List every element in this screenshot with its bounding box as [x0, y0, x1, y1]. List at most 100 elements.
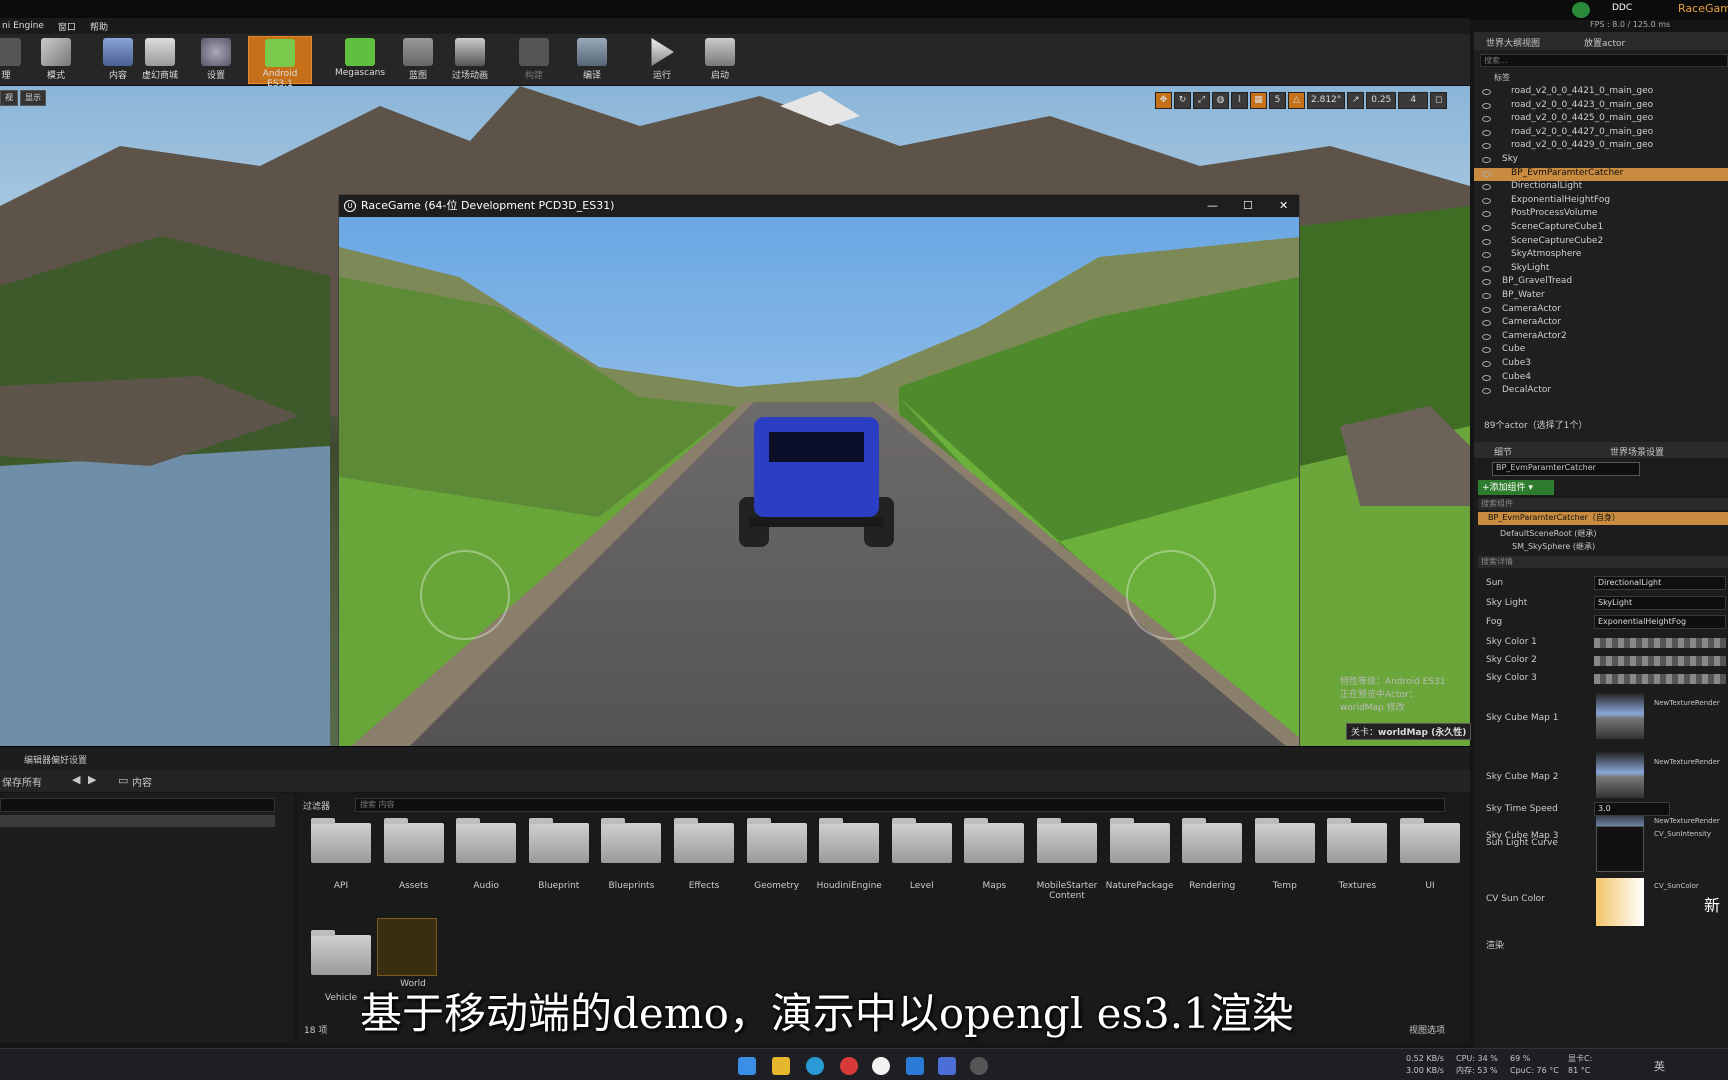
cubemap-thumbnail[interactable]	[1596, 692, 1644, 739]
sun-color-thumbnail[interactable]	[1596, 878, 1644, 926]
outliner-row[interactable]: SkyAtmosphere	[1474, 249, 1728, 262]
outliner-tab[interactable]: 世界大纲视图	[1486, 36, 1540, 49]
details-tab[interactable]: 细节	[1494, 445, 1512, 458]
eye-icon[interactable]	[1482, 184, 1491, 191]
vscode-icon[interactable]	[906, 1057, 924, 1075]
outliner-row[interactable]: CameraActor2	[1474, 331, 1728, 344]
component-sphere-row[interactable]: SM_SkySphere (继承)	[1512, 541, 1595, 552]
game-scene[interactable]	[339, 217, 1299, 757]
eye-icon[interactable]	[1482, 361, 1491, 367]
outliner-row[interactable]: Cube3	[1474, 358, 1728, 371]
folder-item[interactable]: HoudiniEngine	[813, 818, 885, 891]
folder-item[interactable]: MobileStarter Content	[1031, 818, 1103, 901]
outliner-row[interactable]: road_v2_0_0_4429_0_main_geo	[1474, 140, 1728, 153]
editor-preferences-tab[interactable]: 编辑器偏好设置	[24, 753, 87, 766]
outliner-row[interactable]: PostProcessVolume	[1474, 208, 1728, 221]
place-actor-tab[interactable]: 放置actor	[1584, 36, 1625, 49]
property-dropdown[interactable]: DirectionalLight	[1594, 576, 1726, 590]
eye-icon[interactable]	[1482, 89, 1491, 95]
outliner-search-input[interactable]: 搜索...	[1480, 54, 1728, 67]
minimize-button[interactable]: —	[1207, 195, 1218, 217]
toolbar-modes-button[interactable]: 模式	[30, 36, 82, 84]
curve-thumbnail[interactable]	[1596, 826, 1644, 872]
details-search-input[interactable]: 搜索详情	[1478, 556, 1728, 568]
forward-arrow-icon[interactable]: ▶	[88, 773, 96, 786]
sky-color-label[interactable]: Sky Color 1	[1486, 637, 1537, 647]
close-button[interactable]: ✕	[1279, 195, 1288, 217]
add-component-button[interactable]: +添加组件 ▾	[1478, 480, 1554, 495]
netease-music-icon[interactable]	[840, 1057, 858, 1075]
color-swatch[interactable]	[1594, 637, 1726, 648]
folder-item[interactable]: Level	[886, 818, 958, 891]
breadcrumb-content[interactable]: 内容	[132, 774, 152, 789]
toolbar-settings-button[interactable]: 设置	[190, 36, 242, 84]
back-arrow-icon[interactable]: ◀	[72, 773, 80, 786]
world-settings-tab[interactable]: 世界场景设置	[1610, 445, 1664, 458]
folder-item[interactable]: UI	[1394, 818, 1466, 891]
toolbar-manage-button[interactable]: 理	[0, 36, 32, 84]
folder-item[interactable]: Assets	[378, 818, 450, 891]
eye-icon[interactable]	[1482, 102, 1491, 109]
property-dropdown[interactable]: ExponentialHeightFog	[1594, 615, 1726, 629]
rotate-tool-icon[interactable]: ↻	[1174, 91, 1191, 109]
eye-icon[interactable]	[1482, 320, 1491, 327]
eye-icon[interactable]	[1482, 374, 1491, 381]
status-shield-icon[interactable]	[1572, 2, 1590, 18]
eye-icon[interactable]	[1482, 293, 1491, 299]
content-search-input[interactable]: 搜索 内容	[355, 798, 1445, 812]
scale-snap-value[interactable]: 0.25	[1366, 91, 1397, 109]
unreal-engine-icon[interactable]	[872, 1057, 890, 1075]
eye-icon[interactable]	[1482, 197, 1491, 204]
grid-size[interactable]: 5	[1269, 91, 1286, 109]
toolbar-compile-button[interactable]: 编译	[566, 36, 618, 84]
outliner-row[interactable]: CameraActor	[1474, 304, 1728, 317]
folder-search-input[interactable]	[0, 798, 275, 812]
component-self-row[interactable]: BP_EvmParamterCatcher（自身）	[1478, 512, 1728, 525]
toolbar-launch-button[interactable]: 启动	[694, 36, 746, 84]
folder-item[interactable]: Blueprints	[595, 818, 667, 891]
eye-icon[interactable]	[1482, 157, 1491, 163]
folder-item[interactable]: Audio	[450, 818, 522, 891]
app-icon[interactable]	[938, 1057, 956, 1075]
rotation-snap-icon[interactable]: △	[1288, 91, 1305, 109]
eye-icon[interactable]	[1482, 225, 1491, 231]
toolbar-cinematics-button[interactable]: 过场动画	[444, 36, 496, 84]
file-explorer-icon[interactable]	[772, 1057, 790, 1075]
folder-item[interactable]: Geometry	[741, 818, 813, 891]
outliner-row[interactable]: DirectionalLight	[1474, 181, 1728, 194]
eye-icon[interactable]	[1482, 333, 1491, 340]
outliner-row[interactable]: ExponentialHeightFog	[1474, 195, 1728, 208]
sky-color-label[interactable]: Sky Color 2	[1486, 655, 1537, 665]
cubemap-thumbnail[interactable]	[1596, 751, 1644, 798]
outliner-row[interactable]: BP_GravelTread	[1474, 276, 1728, 289]
filters-button[interactable]: 过滤器	[303, 799, 330, 812]
toolbar-build-button[interactable]: 构建	[508, 36, 560, 84]
eye-icon[interactable]	[1482, 170, 1491, 177]
toolbar-megascans-button[interactable]: Megascans	[330, 36, 390, 84]
eye-icon[interactable]	[1482, 279, 1491, 286]
surface-snap-icon[interactable]: ⌇	[1231, 91, 1248, 109]
toolbar-blueprints-button[interactable]: 蓝图	[392, 36, 444, 84]
eye-icon[interactable]	[1482, 238, 1491, 245]
save-all-button[interactable]: 保存所有	[2, 774, 42, 789]
folder-item[interactable]: Textures	[1321, 818, 1393, 891]
outliner-row[interactable]: SkyLight	[1474, 263, 1728, 276]
eye-icon[interactable]	[1482, 265, 1491, 272]
toolbar-marketplace-button[interactable]: 虚幻商城	[134, 36, 186, 84]
folder-item[interactable]: NaturePackage	[1104, 818, 1176, 891]
outliner-row[interactable]: road_v2_0_0_4423_0_main_geo	[1474, 100, 1728, 113]
outliner-row[interactable]: road_v2_0_0_4425_0_main_geo	[1474, 113, 1728, 126]
camera-speed[interactable]: 4	[1398, 91, 1429, 109]
folder-item[interactable]: Effects	[668, 818, 740, 891]
outliner-row[interactable]: Sky	[1474, 154, 1728, 167]
outliner-row[interactable]: DecalActor	[1474, 385, 1728, 398]
ddc-indicator[interactable]: DDC	[1612, 3, 1632, 13]
eye-icon[interactable]	[1482, 129, 1491, 136]
folder-item[interactable]: Temp	[1249, 818, 1321, 891]
translate-tool-icon[interactable]: ✥	[1155, 91, 1172, 109]
menu-help[interactable]: 帮助	[90, 20, 108, 33]
eye-icon[interactable]	[1482, 211, 1491, 218]
maximize-button[interactable]: ☐	[1243, 195, 1253, 217]
folder-item[interactable]: Blueprint	[523, 818, 595, 891]
outliner-row[interactable]: Cube	[1474, 344, 1728, 357]
